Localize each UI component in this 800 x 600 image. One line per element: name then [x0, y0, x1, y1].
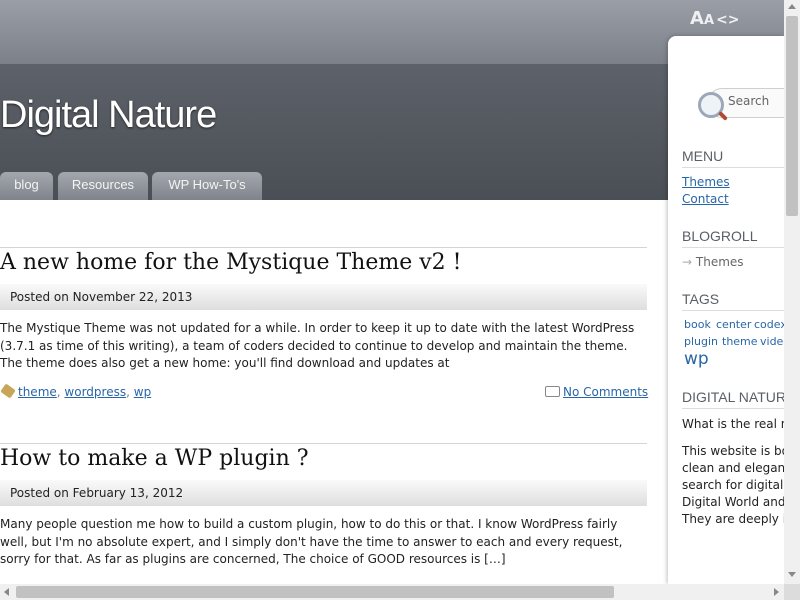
scroll-right-icon[interactable] [774, 588, 779, 596]
sidebar: Search MENU Themes Contact BLOGROLL → Th… [668, 36, 784, 584]
tag-cloud-book[interactable]: book [684, 318, 711, 331]
divider [682, 310, 784, 311]
font-decrease-button[interactable]: A [704, 13, 714, 28]
post-excerpt: The Mystique Theme was not updated for a… [0, 321, 635, 370]
tag-cloud-video[interactable]: video [760, 335, 784, 348]
about-text-line: This website is bo [682, 444, 784, 458]
site-header: Digital Nature blog Resources WP How-To'… [0, 64, 784, 200]
tag-cloud-wp[interactable]: wp [684, 349, 709, 369]
vertical-scrollbar[interactable] [784, 0, 800, 584]
post-meta: Posted on November 22, 2013 [0, 284, 647, 310]
post-date: Posted on November 22, 2013 [10, 290, 193, 304]
post-title-wp-plugin[interactable]: How to make a WP plugin ? [0, 446, 309, 471]
tag-cloud-codex[interactable]: codex [754, 318, 784, 331]
post-title-mystique[interactable]: A new home for the Mystique Theme v2 ! [0, 250, 461, 275]
search-placeholder: Search [728, 94, 770, 108]
about-text-line: clean and elegant [682, 461, 784, 475]
menu-item-contact[interactable]: Contact [682, 192, 729, 206]
tab-wp-how-tos[interactable]: WP How-To's [152, 172, 262, 200]
blogroll-item-label: Themes [695, 255, 744, 269]
about-text-line: search for digital [682, 478, 784, 492]
post-tags: theme, wordpress, wp [0, 383, 151, 399]
tab-blog[interactable]: blog [0, 172, 53, 200]
divider [682, 247, 784, 248]
scroll-up-icon[interactable] [788, 4, 796, 9]
tag-link-wp[interactable]: wp [134, 385, 151, 399]
about-text-line: What is the real n [682, 417, 784, 431]
about-heading: DIGITAL NATUR [682, 389, 784, 405]
horizontal-scroll-thumb[interactable] [16, 586, 614, 598]
font-reset-arrows-icon[interactable]: <> [716, 12, 739, 28]
tab-resources[interactable]: Resources [58, 172, 148, 200]
post-divider [0, 443, 647, 444]
divider [682, 408, 784, 409]
post-meta: Posted on February 13, 2012 [0, 480, 647, 506]
scrollbar-corner [784, 584, 800, 600]
tag-link-wordpress[interactable]: wordpress [64, 385, 126, 399]
horizontal-scrollbar[interactable] [0, 584, 784, 600]
comments-link[interactable]: No Comments [545, 385, 648, 399]
comments-count[interactable]: No Comments [563, 385, 648, 399]
about-text-line: Digital World and [682, 495, 784, 509]
post-excerpt: Many people question me how to build a c… [0, 517, 623, 566]
about-text-line: They are deeply in [682, 512, 784, 526]
vertical-scroll-thumb[interactable] [786, 16, 798, 216]
comment-icon [545, 386, 560, 397]
main-content: A new home for the Mystique Theme v2 ! P… [0, 200, 668, 584]
arrow-right-icon: → [682, 255, 693, 269]
font-size-controls[interactable]: AA <> [690, 8, 739, 29]
site-title[interactable]: Digital Nature [0, 94, 217, 137]
scroll-left-icon[interactable] [4, 588, 9, 596]
tags-heading: TAGS [682, 291, 720, 307]
menu-item-themes[interactable]: Themes [682, 175, 730, 189]
blogroll-item-themes[interactable]: → Themes [682, 255, 744, 269]
post-divider [0, 247, 647, 248]
post-date: Posted on February 13, 2012 [10, 486, 184, 500]
menu-heading: MENU [682, 148, 724, 164]
blogroll-heading: BLOGROLL [682, 228, 758, 244]
tag-icon [0, 383, 16, 399]
top-bar: AA <> [0, 0, 784, 64]
scroll-down-icon[interactable] [788, 572, 796, 577]
font-increase-button[interactable]: A [690, 8, 704, 29]
tag-cloud-center[interactable]: center [716, 318, 751, 331]
tag-link-theme[interactable]: theme [18, 385, 57, 399]
tag-cloud-plugin[interactable]: plugin [684, 335, 718, 348]
tag-cloud-theme[interactable]: theme [722, 335, 758, 348]
divider [682, 167, 784, 168]
